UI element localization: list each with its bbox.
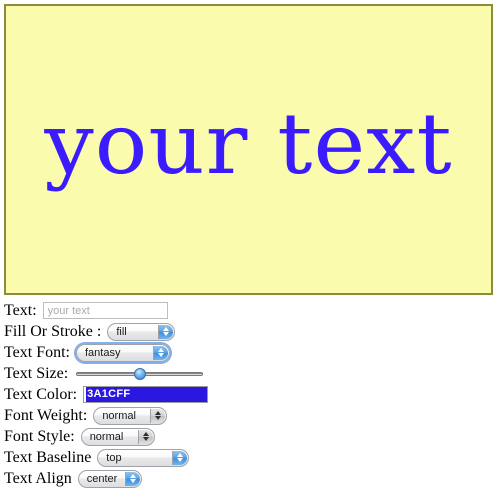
font-style-select[interactable]: normal — [80, 427, 155, 446]
font-weight-value: normal — [102, 409, 136, 422]
text-options-form: Text: your text Fill Or Stroke : fill Te… — [0, 300, 501, 489]
text-input[interactable]: your text — [42, 302, 168, 319]
chevron-updown-icon[interactable] — [153, 345, 168, 360]
text-align-label: Text Align — [4, 469, 72, 487]
row-text-baseline: Text Baseline top — [0, 447, 501, 468]
row-text-font: Text Font: fantasy — [0, 342, 501, 363]
canvas-rendered-text: your text — [44, 95, 453, 193]
font-weight-label: Font Weight: — [4, 406, 88, 424]
text-font-label: Text Font: — [4, 343, 70, 361]
fill-or-stroke-select[interactable]: fill — [107, 322, 176, 341]
text-label: Text: — [4, 301, 37, 319]
text-size-label: Text Size: — [4, 364, 69, 382]
text-size-slider[interactable] — [76, 365, 204, 383]
fill-or-stroke-label: Fill Or Stroke : — [4, 322, 102, 340]
row-font-style: Font Style: normal — [0, 426, 501, 447]
font-weight-select[interactable]: normal — [93, 406, 168, 425]
fill-or-stroke-value: fill — [116, 325, 127, 338]
text-input-placeholder: your text — [47, 304, 90, 317]
text-color-input[interactable]: 3A1CFF — [83, 386, 209, 403]
text-align-select[interactable]: center — [77, 469, 142, 488]
chevron-updown-icon[interactable] — [158, 324, 174, 339]
text-color-label: Text Color: — [4, 385, 78, 403]
text-baseline-select[interactable]: top — [97, 448, 190, 467]
row-text-align: Text Align center — [0, 468, 501, 489]
text-color-value: 3A1CFF — [86, 387, 208, 402]
chevron-updown-icon[interactable] — [124, 471, 140, 486]
row-fill-or-stroke: Fill Or Stroke : fill — [0, 321, 501, 342]
row-text-color: Text Color: 3A1CFF — [0, 384, 501, 405]
font-style-value: normal — [89, 430, 124, 443]
text-baseline-label: Text Baseline — [4, 448, 92, 466]
text-preview-canvas[interactable]: your text — [4, 4, 493, 295]
chevron-updown-icon[interactable] — [150, 408, 166, 423]
slider-thumb[interactable] — [133, 367, 146, 380]
row-text-size: Text Size: — [0, 363, 501, 384]
text-font-value: fantasy — [85, 346, 121, 359]
text-baseline-value: top — [106, 451, 122, 464]
text-font-select[interactable]: fantasy — [76, 343, 170, 362]
row-font-weight: Font Weight: normal — [0, 405, 501, 426]
font-style-label: Font Style: — [4, 427, 75, 445]
text-align-value: center — [86, 472, 118, 485]
chevron-updown-icon[interactable] — [137, 429, 153, 444]
row-text: Text: your text — [0, 300, 501, 321]
chevron-updown-icon[interactable] — [172, 450, 188, 465]
